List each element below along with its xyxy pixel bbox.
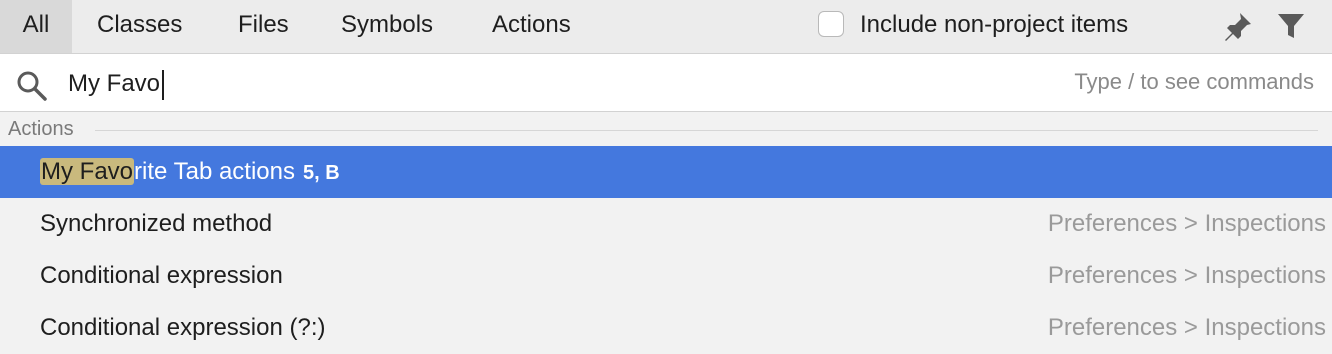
- result-location: Preferences > Inspections: [1047, 210, 1326, 237]
- tab-all[interactable]: All: [0, 0, 72, 53]
- text-caret: [162, 70, 164, 100]
- tab-files[interactable]: Files: [238, 0, 289, 53]
- result-label: My Favorite Tab actions 5, B: [40, 146, 340, 199]
- result-label-rest: rite Tab actions: [134, 158, 295, 185]
- match-highlight: My Favo: [40, 158, 135, 185]
- filter-icon[interactable]: [1276, 11, 1306, 41]
- pin-icon[interactable]: [1222, 10, 1254, 42]
- tab-symbols[interactable]: Symbols: [341, 0, 433, 53]
- result-row[interactable]: Synchronized method Preferences > Inspec…: [0, 198, 1332, 250]
- tab-classes[interactable]: Classes: [97, 0, 182, 53]
- scope-tab-bar: All Classes Files Symbols Actions Includ…: [0, 0, 1332, 54]
- result-row[interactable]: Conditional expression Preferences > Ins…: [0, 250, 1332, 302]
- section-divider: [95, 130, 1318, 131]
- result-row-selected[interactable]: My Favorite Tab actions 5, B: [0, 146, 1332, 198]
- section-header-actions: Actions: [0, 112, 1332, 146]
- result-label: Conditional expression (?:): [40, 314, 326, 341]
- search-icon: [17, 71, 47, 101]
- result-row[interactable]: Conditional expression (?:) Preferences …: [0, 302, 1332, 354]
- result-location: Preferences > Inspections: [1047, 314, 1326, 341]
- result-location: Preferences > Inspections: [1047, 262, 1326, 289]
- search-hint: Type / to see commands: [1074, 69, 1314, 94]
- tab-actions[interactable]: Actions: [492, 0, 571, 53]
- include-non-project-label[interactable]: Include non-project items: [860, 0, 1128, 50]
- search-row: My Favo Type / to see commands: [0, 54, 1332, 112]
- include-non-project-checkbox[interactable]: [818, 11, 844, 37]
- search-input[interactable]: My Favo: [68, 54, 160, 112]
- section-label: Actions: [8, 118, 74, 140]
- shortcut-label: 5, B: [303, 162, 340, 184]
- result-label: Conditional expression: [40, 262, 283, 289]
- result-label: Synchronized method: [40, 210, 273, 237]
